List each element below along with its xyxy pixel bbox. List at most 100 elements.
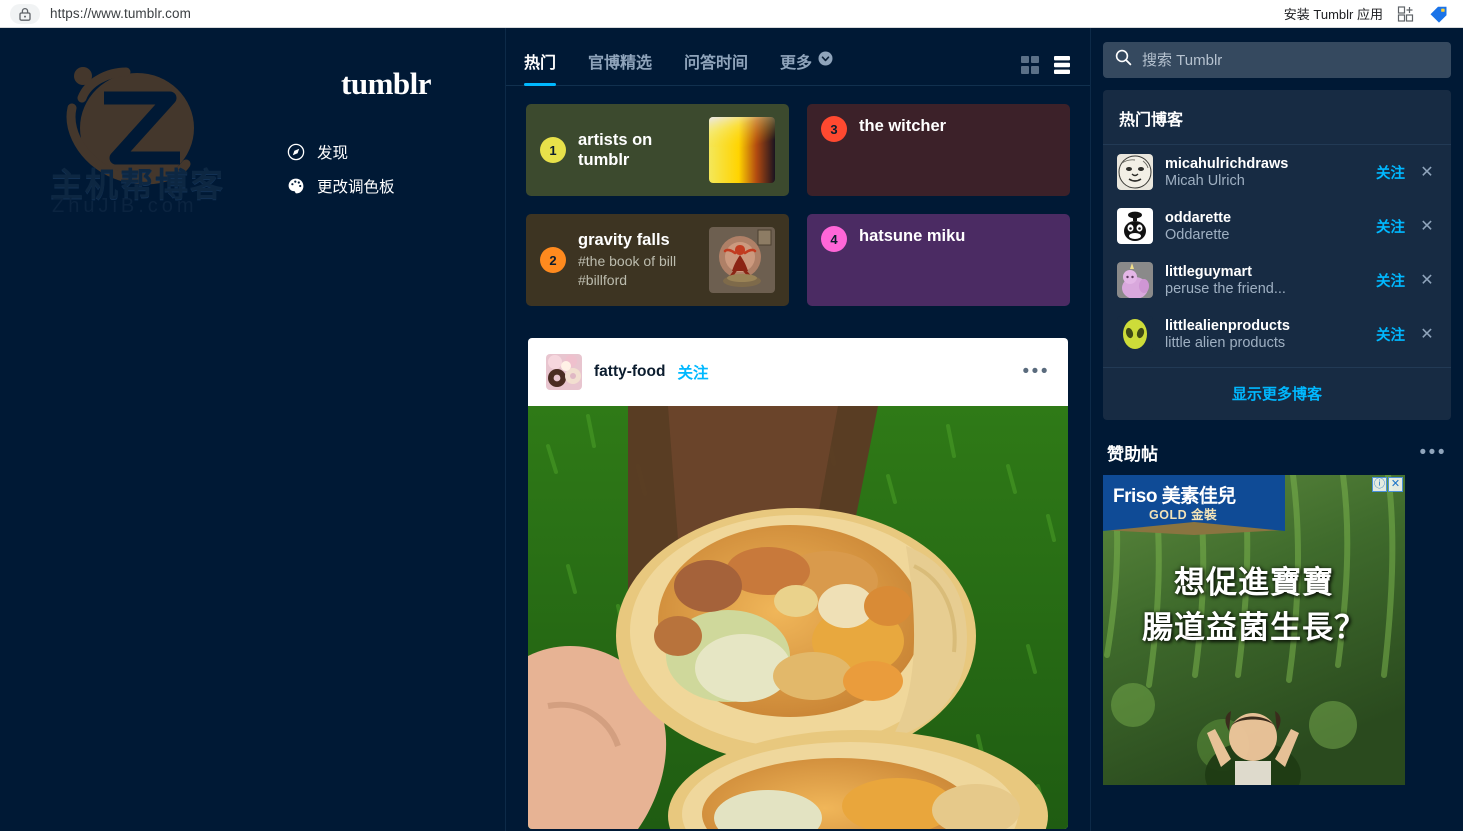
feed-scroll-area[interactable]: 1 artists on tumblr 3 the witcher 2 grav…: [506, 86, 1090, 831]
list-item-meta: micahulrichdraws Micah Ulrich: [1165, 156, 1364, 189]
list-item[interactable]: littlealienproducts little alien product…: [1103, 307, 1451, 361]
search-box[interactable]: [1103, 42, 1451, 78]
left-nav: 发现 更改调色板: [285, 135, 485, 203]
trending-card-text: artists on tumblr: [578, 130, 697, 170]
trending-title: gravity falls: [578, 231, 670, 249]
list-item-meta: littleguymart peruse the friend...: [1165, 264, 1364, 297]
avatar[interactable]: [1117, 208, 1153, 244]
show-more-blogs-button[interactable]: 显示更多博客: [1103, 367, 1451, 420]
trending-title: artists on tumblr: [578, 131, 653, 169]
trending-title: the witcher: [859, 117, 947, 135]
tab-label: 热门: [524, 55, 557, 72]
main-feed-column: 热门 官博精选 问答时间 更多 1 artists on tumblr 3 th…: [505, 28, 1091, 831]
blog-title: little alien products: [1165, 334, 1286, 351]
trending-rank-badge: 1: [540, 137, 566, 163]
ad-headline-line2: 腸道益菌生長？: [1142, 610, 1366, 645]
tab-trending[interactable]: 热门: [524, 49, 557, 86]
watermark-text-secondary: ZhuJiB.com: [52, 195, 198, 217]
post-header: fatty-food 关注 •••: [528, 338, 1068, 406]
trending-thumbnail: [709, 227, 775, 293]
feed-tabbar: 热门 官博精选 问答时间 更多: [506, 28, 1090, 86]
post-image[interactable]: [528, 406, 1068, 829]
trending-title: hatsune miku: [859, 227, 966, 245]
trending-card[interactable]: 3 the witcher: [807, 104, 1070, 196]
tab-staff-picks[interactable]: 官博精选: [588, 49, 652, 85]
avatar[interactable]: [546, 354, 582, 390]
recommended-blogs-panel: 热门博客 micahulrichdraws Micah Ulrich 关注 ✕ …: [1103, 90, 1451, 420]
close-icon[interactable]: ✕: [1417, 162, 1437, 182]
post-follow-button[interactable]: 关注: [677, 361, 708, 383]
compass-icon: [287, 143, 305, 161]
avatar[interactable]: [1117, 154, 1153, 190]
sidebar-item-explore[interactable]: 发现: [285, 135, 485, 169]
browser-toolbar-right: 安装 Tumblr 应用: [1284, 4, 1453, 23]
trending-card-text: hatsune miku: [859, 226, 1056, 246]
sponsored-title: 赞助帖: [1107, 445, 1158, 464]
tab-label: 官博精选: [588, 55, 653, 72]
sidebar-item-change-palette[interactable]: 更改调色板: [285, 169, 485, 203]
blog-name: littlealienproducts: [1165, 317, 1290, 334]
left-sidebar: 主机帮博客 ZhuJiB.com tumblr 发现 更改调色板: [0, 28, 505, 831]
follow-button[interactable]: 关注: [1376, 162, 1405, 183]
close-icon[interactable]: ✕: [1417, 270, 1437, 290]
install-app-icon[interactable]: [1397, 5, 1415, 23]
tumblr-dashboard: 主机帮博客 ZhuJiB.com tumblr 发现 更改调色板 热门 官博精选…: [0, 28, 1463, 831]
sidebar-item-label: 更改调色板: [317, 179, 395, 196]
search-icon: [1115, 49, 1132, 71]
sidebar-item-label: 发现: [317, 145, 349, 162]
list-view-button[interactable]: [1052, 55, 1072, 75]
ad-info-icon[interactable]: ⓘ: [1372, 477, 1387, 492]
sponsored-ad[interactable]: Friso 美素佳兒 GOLD 金裝 想促進寶寶 腸道益菌生長？ ⓘ ✕: [1103, 475, 1405, 785]
list-item[interactable]: littleguymart peruse the friend... 关注 ✕: [1103, 253, 1451, 307]
avatar[interactable]: [1117, 316, 1153, 352]
browser-toolbar: https://www.tumblr.com 安装 Tumblr 应用: [0, 0, 1463, 28]
list-item-meta: oddarette Oddarette: [1165, 210, 1364, 243]
feed-post: fatty-food 关注 •••: [528, 338, 1068, 829]
install-app-label[interactable]: 安装 Tumblr 应用: [1284, 4, 1383, 23]
close-icon[interactable]: ✕: [1417, 324, 1437, 344]
trending-tags: #the book of bill #billford: [578, 253, 677, 288]
trending-card[interactable]: 2 gravity falls #the book of bill #billf…: [526, 214, 789, 306]
more-options-icon[interactable]: •••: [1420, 443, 1447, 462]
list-item[interactable]: oddarette Oddarette 关注 ✕: [1103, 199, 1451, 253]
grid-view-button[interactable]: [1020, 55, 1040, 75]
ad-headline-line1: 想促進寶寶: [1174, 565, 1334, 600]
blog-title: Oddarette: [1165, 226, 1230, 243]
list-item-meta: littlealienproducts little alien product…: [1165, 318, 1364, 351]
search-input[interactable]: [1142, 51, 1439, 69]
friso-brand-sub: GOLD 金裝: [1149, 508, 1218, 522]
tag-extension-icon[interactable]: [1429, 5, 1449, 23]
trending-rank-badge: 3: [821, 116, 847, 142]
trending-cards-grid: 1 artists on tumblr 3 the witcher 2 grav…: [506, 86, 1090, 306]
brand-column: tumblr 发现 更改调色板: [285, 66, 485, 203]
ad-close-icon[interactable]: ✕: [1388, 477, 1403, 492]
close-icon[interactable]: ✕: [1417, 216, 1437, 236]
more-options-icon[interactable]: •••: [1023, 362, 1050, 381]
tumblr-logo[interactable]: tumblr: [341, 66, 485, 102]
list-item[interactable]: micahulrichdraws Micah Ulrich 关注 ✕: [1103, 145, 1451, 199]
tab-label: 问答时间: [684, 55, 749, 72]
blog-name: littleguymart: [1165, 263, 1253, 280]
tab-answer-time[interactable]: 问答时间: [684, 49, 748, 85]
post-blog-name[interactable]: fatty-food: [594, 363, 665, 381]
follow-button[interactable]: 关注: [1376, 216, 1405, 237]
blog-title: Micah Ulrich: [1165, 172, 1245, 189]
ad-controls: ⓘ ✕: [1372, 477, 1403, 492]
address-bar-url[interactable]: https://www.tumblr.com: [50, 6, 191, 21]
trending-rank-badge: 4: [821, 226, 847, 252]
lock-icon[interactable]: [10, 3, 40, 24]
view-toggle-group: [1020, 55, 1072, 85]
palette-icon: [287, 177, 305, 195]
tab-more[interactable]: 更多: [780, 49, 833, 85]
follow-button[interactable]: 关注: [1376, 270, 1405, 291]
trending-card[interactable]: 1 artists on tumblr: [526, 104, 789, 196]
blog-name: micahulrichdraws: [1165, 155, 1289, 172]
trending-card[interactable]: 4 hatsune miku: [807, 214, 1070, 306]
avatar[interactable]: [1117, 262, 1153, 298]
chevron-down-icon: [818, 51, 833, 71]
panel-title: 热门博客: [1103, 90, 1451, 145]
blog-name: oddarette: [1165, 209, 1232, 226]
trending-card-text: the witcher: [859, 116, 1056, 136]
trending-rank-badge: 2: [540, 247, 566, 273]
follow-button[interactable]: 关注: [1376, 324, 1405, 345]
